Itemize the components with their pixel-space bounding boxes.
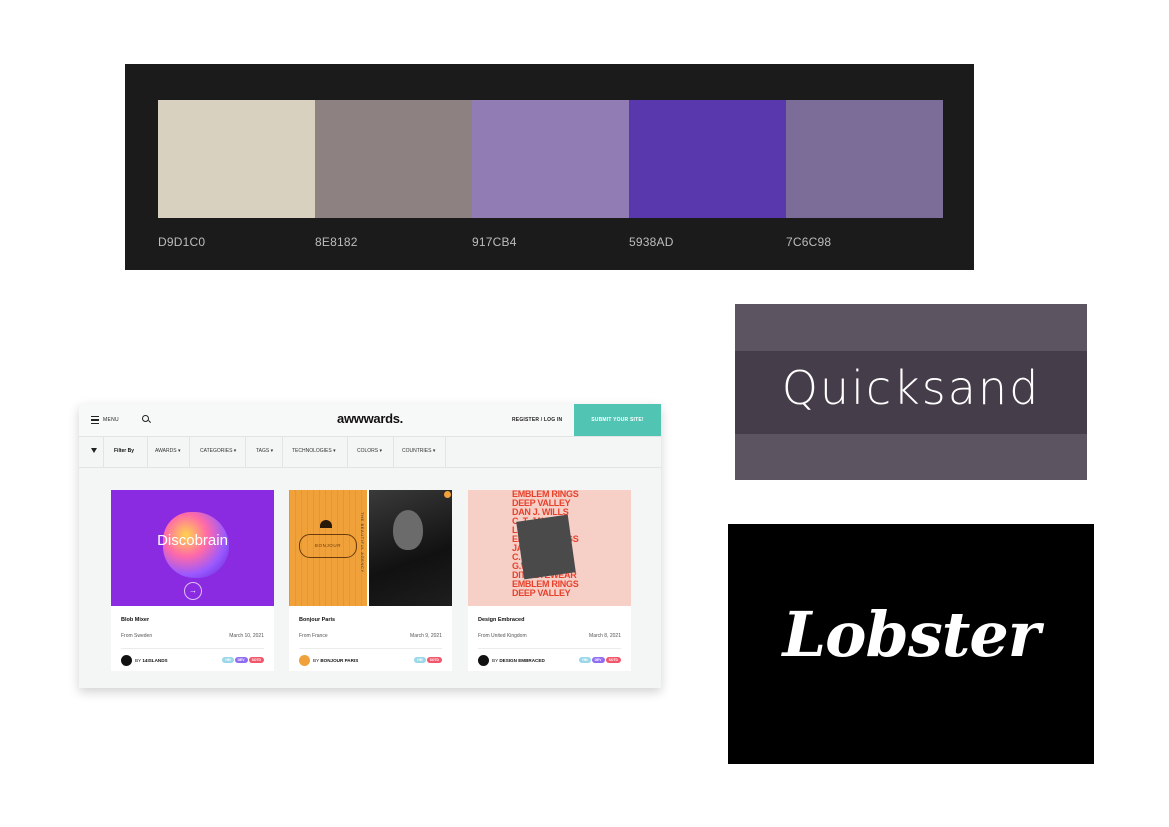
card-country: From United Kingdom [478,633,527,639]
site-thumbnail[interactable]: BONJOUR THE BEAUTIFUL AGENCY [289,490,452,606]
swatch-codes: D9D1C0 8E8182 917CB4 5938AD 7C6C98 [158,235,943,249]
avatar[interactable] [121,655,132,666]
divider [299,648,442,649]
filter-icon [91,448,97,453]
award-badges: HM DEV SOTD [222,657,264,663]
arrow-right-icon[interactable]: → [184,582,202,600]
by-label: BY [313,658,320,663]
author-name[interactable]: DESIGN EMBRACED [499,658,544,663]
filter-bar: Filter By AWARDS ▾ CATEGORIES ▾ TAGS ▾ T… [79,437,661,468]
swatch-8e8182 [315,100,472,218]
filter-by-label: Filter By [114,448,135,454]
filter-awards[interactable]: AWARDS ▾ [155,448,180,454]
lobster-label: Lobster [782,598,1041,671]
card-author[interactable]: BY DESIGN EMBRACED [492,658,545,663]
card-title[interactable]: Bonjour Paris [299,617,335,623]
by-label: BY [492,658,499,663]
card-author[interactable]: BY BONJOUR PARIS [313,658,358,663]
badge-hm: HM [414,657,426,663]
swatch-code: 5938AD [629,235,674,249]
lobster-font-sample: Lobster [728,524,1094,764]
swatch-code: 7C6C98 [786,235,832,249]
swatch-code: 917CB4 [472,235,517,249]
color-palette: D9D1C0 8E8182 917CB4 5938AD 7C6C98 [125,64,974,270]
swatch-code: 8E8182 [315,235,358,249]
card-author[interactable]: BY 14ISLANDS [135,658,168,663]
poster-line: DEEP VALLEY [512,588,571,598]
submit-site-button[interactable]: SUBMIT YOUR SITE! [574,404,661,436]
badge-sotd: SOTD [426,657,442,663]
divider [282,437,283,467]
swatch-7c6c98 [786,100,943,218]
badge-sotd: SOTD [605,657,621,663]
award-badges: HM DEV SOTD [579,657,621,663]
divider [103,437,104,467]
divider [189,437,190,467]
divider [347,437,348,467]
badge-dot-icon [444,491,451,498]
site-thumbnail[interactable]: EMBLEM RINGS DEEP VALLEY DAN J. WILLS C.… [468,490,631,606]
divider [121,648,264,649]
site-card[interactable]: Discobrain → Blob Mixer From Sweden Marc… [111,490,274,671]
card-date: March 8, 2021 [589,633,621,639]
top-nav: MENU awwwards. REGISTER / LOG IN SUBMIT … [79,404,661,437]
avatar[interactable] [478,655,489,666]
card-country: From France [299,633,328,639]
card-title[interactable]: Blob Mixer [121,617,149,623]
divider [393,437,394,467]
site-card[interactable]: EMBLEM RINGS DEEP VALLEY DAN J. WILLS C.… [468,490,631,671]
filter-technologies[interactable]: TECHNOLOGIES ▾ [292,448,336,454]
vertical-text: THE BEAUTIFUL AGENCY [360,512,365,573]
card-date: March 9, 2021 [410,633,442,639]
thumbnail-title: Discobrain [157,532,228,549]
poster-photo [516,514,576,580]
swatch-d9d1c0 [158,100,315,218]
divider [445,437,446,467]
swatch-row [158,100,943,218]
filter-countries[interactable]: COUNTRIES ▾ [402,448,435,454]
badge-hm: HM [222,657,234,663]
card-title[interactable]: Design Embraced [478,617,524,623]
divider [478,648,621,649]
site-thumbnail[interactable]: Discobrain → [111,490,274,606]
swatch-code: D9D1C0 [158,235,206,249]
site-card[interactable]: BONJOUR THE BEAUTIFUL AGENCY Bonjour Par… [289,490,452,671]
bonjour-pill: BONJOUR [299,534,357,558]
register-login-link[interactable]: REGISTER / LOG IN [512,417,562,423]
arch-graphic [320,520,332,528]
card-country: From Sweden [121,633,153,639]
portrait-figure [393,510,423,550]
avatar[interactable] [299,655,310,666]
filter-tags[interactable]: TAGS ▾ [256,448,273,454]
swatch-5938ad [629,100,786,218]
divider [245,437,246,467]
author-name[interactable]: BONJOUR PARIS [320,658,358,663]
filter-categories[interactable]: CATEGORIES ▾ [200,448,236,454]
by-label: BY [135,658,142,663]
quicksand-label: Quicksand [781,361,1041,415]
swatch-917cb4 [472,100,629,218]
badge-dev: DEV [591,657,605,663]
award-badges: HM SOTD [414,657,442,663]
filter-colors[interactable]: COLORS ▾ [357,448,382,454]
badge-dev: DEV [234,657,248,663]
quicksand-font-sample: Quicksand [735,304,1087,480]
author-name[interactable]: 14ISLANDS [142,658,167,663]
card-date: March 10, 2021 [229,633,264,639]
badge-hm: HM [579,657,591,663]
badge-sotd: SOTD [248,657,264,663]
divider [147,437,148,467]
awwwards-screenshot: MENU awwwards. REGISTER / LOG IN SUBMIT … [79,404,661,688]
